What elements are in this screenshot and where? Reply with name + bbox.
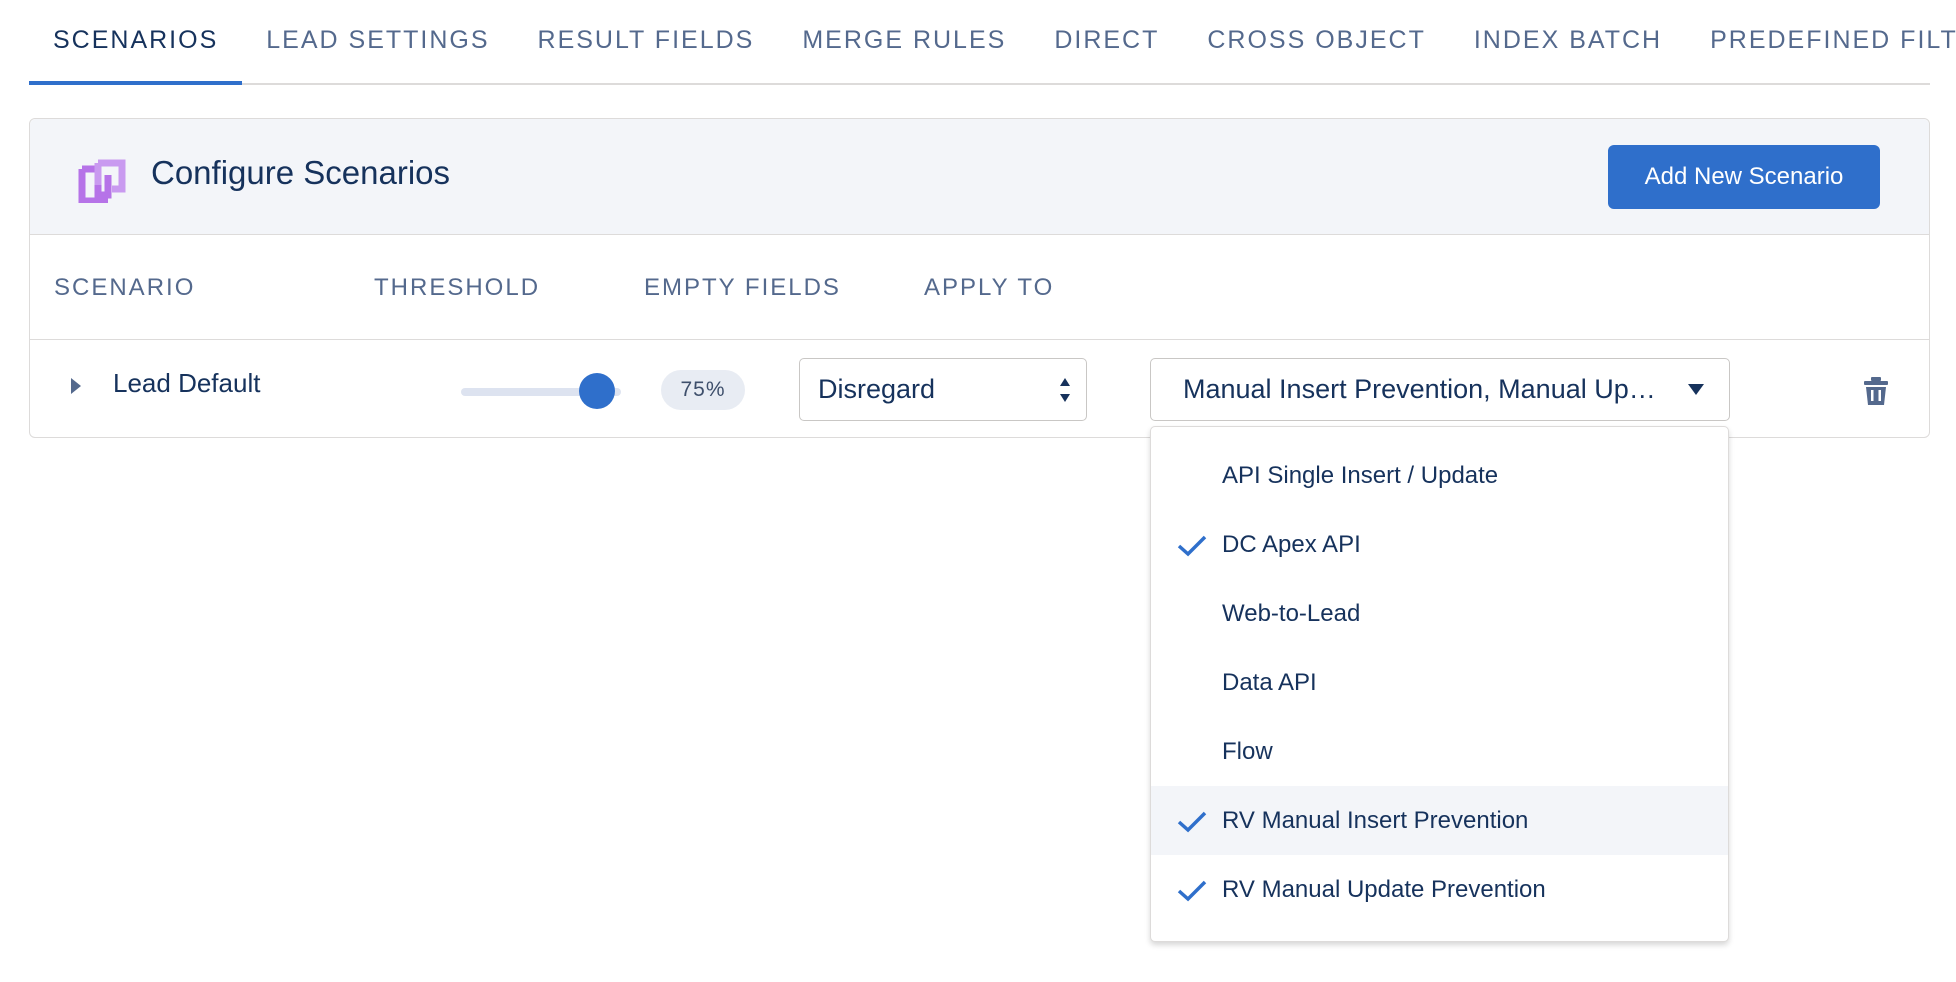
check-icon — [1177, 880, 1207, 902]
tab-direct[interactable]: DIRECT — [1030, 0, 1183, 83]
tab-bar: SCENARIOS LEAD SETTINGS RESULT FIELDS ME… — [29, 0, 1956, 85]
tab-cross-object[interactable]: CROSS OBJECT — [1183, 0, 1449, 83]
tab-merge-rules[interactable]: MERGE RULES — [778, 0, 1030, 83]
threshold-value-badge: 75% — [661, 370, 745, 410]
card-title: Configure Scenarios — [151, 154, 450, 191]
option-api-single-insert-update[interactable]: API Single Insert / Update — [1151, 441, 1728, 510]
threshold-slider-thumb[interactable] — [579, 373, 615, 409]
card-header: Configure Scenarios Add New Scenario — [30, 119, 1929, 235]
chevron-right-icon[interactable] — [68, 376, 84, 396]
duplicate-check-logo-icon — [78, 159, 126, 203]
tab-result-fields[interactable]: RESULT FIELDS — [514, 0, 779, 83]
trash-icon[interactable] — [1863, 376, 1889, 406]
select-stepper-icon — [1060, 378, 1070, 402]
caret-down-icon — [1688, 384, 1704, 395]
add-new-scenario-button[interactable]: Add New Scenario — [1608, 145, 1880, 209]
tab-scenarios[interactable]: SCENARIOS — [29, 0, 243, 85]
app-root: SCENARIOS LEAD SETTINGS RESULT FIELDS ME… — [0, 0, 1956, 982]
option-label: Web-to-Lead — [1222, 599, 1361, 627]
apply-to-value: Manual Insert Prevention, Manual Update … — [1183, 374, 1669, 404]
option-rv-manual-update-prevention[interactable]: RV Manual Update Prevention — [1151, 855, 1728, 924]
tab-index-batch[interactable]: INDEX BATCH — [1450, 0, 1686, 83]
option-dc-apex-api[interactable]: DC Apex API — [1151, 510, 1728, 579]
column-header-empty-fields: EMPTY FIELDS — [644, 274, 841, 301]
scenario-name: Lead Default — [113, 368, 261, 398]
empty-fields-select[interactable]: Disregard — [799, 358, 1087, 421]
column-header-threshold: THRESHOLD — [374, 274, 541, 301]
option-label: Flow — [1222, 737, 1273, 765]
option-label: RV Manual Insert Prevention — [1222, 806, 1529, 834]
option-label: DC Apex API — [1222, 530, 1361, 558]
apply-to-multiselect[interactable]: Manual Insert Prevention, Manual Update … — [1150, 358, 1730, 421]
option-label: RV Manual Update Prevention — [1222, 875, 1546, 903]
tab-lead-settings[interactable]: LEAD SETTINGS — [242, 0, 513, 83]
option-data-api[interactable]: Data API — [1151, 648, 1728, 717]
option-web-to-lead[interactable]: Web-to-Lead — [1151, 579, 1728, 648]
column-header-apply-to: APPLY TO — [924, 274, 1055, 301]
option-label: Data API — [1222, 668, 1317, 696]
empty-fields-value: Disregard — [818, 374, 936, 404]
column-headers: SCENARIO THRESHOLD EMPTY FIELDS APPLY TO — [30, 236, 1929, 340]
check-icon — [1177, 535, 1207, 557]
option-label: API Single Insert / Update — [1222, 461, 1499, 489]
apply-to-dropdown: API Single Insert / Update DC Apex API W… — [1150, 426, 1729, 942]
tab-predefined-filters[interactable]: PREDEFINED FILTERS — [1686, 0, 1956, 83]
option-flow[interactable]: Flow — [1151, 717, 1728, 786]
option-rv-manual-insert-prevention[interactable]: RV Manual Insert Prevention — [1151, 786, 1728, 855]
column-header-scenario: SCENARIO — [54, 274, 196, 301]
check-icon — [1177, 811, 1207, 833]
